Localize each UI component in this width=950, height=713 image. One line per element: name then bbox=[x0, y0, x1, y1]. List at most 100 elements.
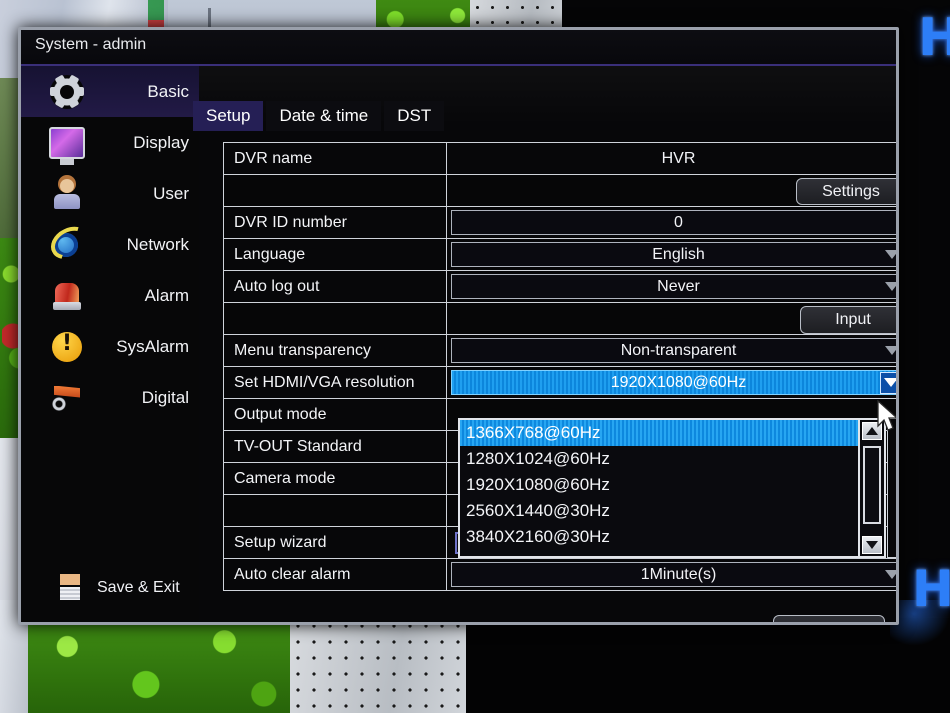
row-label: Auto clear alarm bbox=[223, 558, 447, 591]
dialog-title: System - admin bbox=[35, 36, 147, 53]
sidebar-item-basic[interactable]: Basic bbox=[21, 66, 199, 117]
globe-e-icon bbox=[45, 219, 95, 266]
row-label: Camera mode bbox=[223, 462, 447, 495]
row-settings-button: Settings bbox=[223, 174, 896, 207]
user-icon bbox=[49, 176, 85, 212]
row-value-cell: Non-transparent bbox=[447, 334, 896, 367]
sidebar-item-label: Network bbox=[126, 234, 189, 254]
siren-icon bbox=[49, 278, 85, 314]
row-auto-clear-alarm: Auto clear alarm 1Minute(s) bbox=[223, 558, 896, 591]
scroll-down-arrow-icon[interactable] bbox=[862, 536, 882, 554]
row-label: DVR name bbox=[223, 142, 447, 175]
row-value-cell: Never bbox=[447, 270, 896, 303]
sidebar-item-label: Digital bbox=[141, 387, 189, 407]
sidebar-item-sysalarm[interactable]: SysAlarm bbox=[21, 321, 199, 372]
tab-setup[interactable]: Setup bbox=[193, 101, 264, 131]
chevron-down-icon[interactable] bbox=[882, 245, 896, 265]
chevron-down-icon[interactable] bbox=[882, 341, 896, 361]
row-label: Setup wizard bbox=[223, 526, 447, 559]
form-right-track bbox=[887, 418, 896, 558]
camera-feed-tile-panel-bottom bbox=[290, 618, 466, 713]
dvr-id-input[interactable]: 0 bbox=[451, 210, 896, 235]
sidebar-item-network[interactable]: Network bbox=[21, 219, 199, 270]
auto-log-out-value: Never bbox=[657, 277, 700, 295]
row-label bbox=[223, 174, 447, 207]
sidebar-item-label: User bbox=[153, 183, 189, 203]
menu-transparency-select[interactable]: Non-transparent bbox=[451, 338, 896, 363]
monitor-icon bbox=[49, 125, 85, 165]
codec-logo-top: H bbox=[918, 8, 950, 68]
hdmi-vga-resolution-value: 1920X1080@60Hz bbox=[610, 373, 747, 391]
row-auto-log-out: Auto log out Never bbox=[223, 270, 896, 303]
camera-feed-tile-dark bbox=[466, 618, 950, 713]
row-label bbox=[223, 494, 447, 527]
row-label: TV-OUT Standard bbox=[223, 430, 447, 463]
dropdown-option[interactable]: 1920X1080@60Hz bbox=[460, 472, 884, 498]
dropdown-option[interactable]: 1280X1024@60Hz bbox=[460, 446, 884, 472]
monitor-screen: H H.2 System - admin Basic Display bbox=[0, 0, 950, 713]
camera-feed-tile-foliage-bottom bbox=[28, 618, 290, 713]
row-dvr-id-number: DVR ID number 0 bbox=[223, 206, 896, 239]
save-and-exit-label: Save & Exit bbox=[97, 579, 180, 596]
codec-logo-bottom: H.2 bbox=[912, 560, 950, 618]
row-label bbox=[223, 302, 447, 335]
ip-camera-icon bbox=[49, 380, 85, 416]
row-label: Output mode bbox=[223, 398, 447, 431]
sidebar: Basic Display User Network Alarm ! SysAl… bbox=[21, 66, 199, 622]
sidebar-item-label: SysAlarm bbox=[116, 336, 189, 356]
dropdown-option[interactable]: 2560X1440@30Hz bbox=[460, 498, 884, 524]
dropdown-option[interactable]: 1366X768@60Hz bbox=[460, 420, 884, 446]
row-menu-transparency: Menu transparency Non-transparent bbox=[223, 334, 896, 367]
row-value-cell: Input bbox=[447, 302, 896, 335]
scrollbar-thumb[interactable] bbox=[863, 446, 881, 524]
dropdown-scrollbar[interactable] bbox=[858, 420, 884, 556]
language-select-value: English bbox=[652, 245, 705, 263]
menu-transparency-value: Non-transparent bbox=[620, 341, 737, 359]
tab-date-time[interactable]: Date & time bbox=[266, 101, 382, 131]
row-label: Menu transparency bbox=[223, 334, 447, 367]
dropdown-option[interactable]: 3840X2160@30Hz bbox=[460, 524, 884, 550]
auto-clear-alarm-select[interactable]: 1Minute(s) bbox=[451, 562, 896, 587]
auto-log-out-select[interactable]: Never bbox=[451, 274, 896, 299]
mouse-cursor-icon bbox=[877, 400, 896, 431]
floppy-disk-icon bbox=[55, 572, 87, 604]
row-input-button: Input bbox=[223, 302, 896, 335]
input-button-top[interactable]: Input bbox=[800, 306, 896, 334]
hdmi-vga-resolution-select[interactable]: 1920X1080@60Hz bbox=[451, 370, 896, 395]
row-label: Set HDMI/VGA resolution bbox=[223, 366, 447, 399]
row-value-cell: 0 bbox=[447, 206, 896, 239]
auto-clear-alarm-value: 1Minute(s) bbox=[640, 565, 717, 583]
row-value-cell: Settings bbox=[447, 174, 896, 207]
system-settings-dialog: System - admin Basic Display User Networ… bbox=[18, 27, 899, 625]
sidebar-item-display[interactable]: Display bbox=[21, 117, 199, 168]
row-value-cell: 1Minute(s) bbox=[447, 558, 896, 591]
gear-icon bbox=[49, 74, 85, 110]
sidebar-item-alarm[interactable]: Alarm bbox=[21, 270, 199, 321]
sidebar-item-label: Display bbox=[133, 132, 189, 152]
chevron-down-icon[interactable] bbox=[880, 371, 896, 394]
row-hdmi-vga-resolution: Set HDMI/VGA resolution 1920X1080@60Hz bbox=[223, 366, 896, 399]
row-value-cell: 1920X1080@60Hz bbox=[447, 366, 896, 399]
sidebar-item-label: Basic bbox=[147, 81, 189, 101]
dialog-titlebar: System - admin bbox=[21, 30, 896, 66]
tab-bar: Setup Date & time DST bbox=[193, 101, 445, 131]
row-label: Auto log out bbox=[223, 270, 447, 303]
sidebar-item-digital[interactable]: Digital bbox=[21, 372, 199, 423]
sidebar-item-label: Alarm bbox=[144, 285, 189, 305]
row-label: DVR ID number bbox=[223, 206, 447, 239]
language-select[interactable]: English bbox=[451, 242, 896, 267]
row-label: Language bbox=[223, 238, 447, 271]
tab-dst[interactable]: DST bbox=[384, 101, 445, 131]
settings-button[interactable]: Settings bbox=[796, 178, 896, 205]
row-language: Language English bbox=[223, 238, 896, 271]
input-button-bottom[interactable]: Input bbox=[773, 615, 885, 622]
chevron-down-icon[interactable] bbox=[882, 277, 896, 297]
dvr-name-value[interactable]: HVR bbox=[447, 142, 896, 175]
sidebar-item-user[interactable]: User bbox=[21, 168, 199, 219]
warning-icon bbox=[49, 329, 85, 365]
chevron-down-icon[interactable] bbox=[882, 565, 896, 585]
save-and-exit-button[interactable]: Save & Exit bbox=[21, 568, 199, 608]
row-dvr-name: DVR name HVR bbox=[223, 142, 896, 175]
row-value-cell: English bbox=[447, 238, 896, 271]
resolution-dropdown-list: 1366X768@60Hz 1280X1024@60Hz 1920X1080@6… bbox=[458, 418, 886, 558]
